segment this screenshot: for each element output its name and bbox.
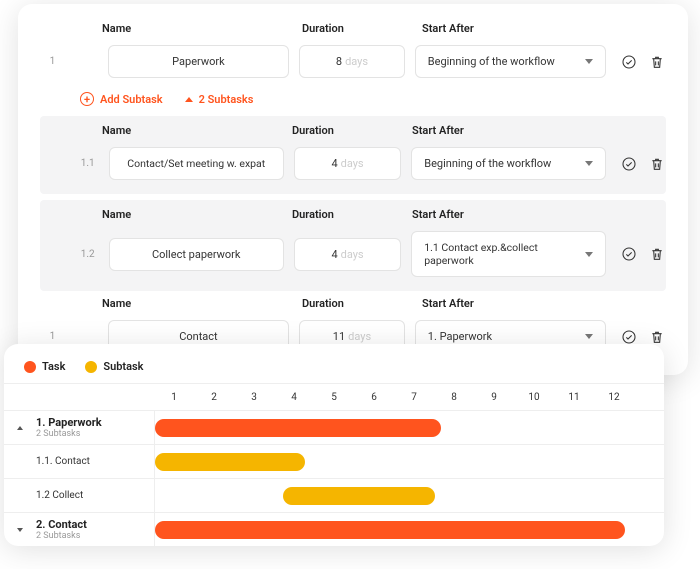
gantt-chart: 1 2 3 4 5 6 7 8 9 10 11 12 1. Paperwork … [4,383,664,546]
gantt-legend: Task Subtask [4,358,664,383]
header-duration: Duration [302,22,422,35]
task-editor-card: Name Duration Start After 1 Paperwork 8 … [18,4,688,375]
expand-toggle[interactable] [4,528,36,532]
subtask-duration-input[interactable]: 4 days [294,238,401,271]
header-name: Name [102,22,302,35]
delete-button[interactable] [648,155,666,173]
subtask-name-input[interactable]: Collect paperwork [109,238,284,271]
column-headers: Name Duration Start After [40,22,666,41]
subtask-start-after-select[interactable]: Beginning of the workflow [411,147,606,180]
subtask-start-after-select[interactable]: 1.1 Contact exp.&collect paperwork [411,231,606,277]
task-dot-icon [24,361,36,373]
delete-button[interactable] [648,328,666,346]
subtask-duration-input[interactable]: 4 days [294,147,401,180]
task-name-input[interactable]: Paperwork [108,45,290,78]
chevron-down-icon [585,161,593,166]
gantt-axis: 1 2 3 4 5 6 7 8 9 10 11 12 [4,384,664,410]
subtask-index: 1.2 [77,249,98,260]
duration-unit: days [345,55,368,68]
chevron-down-icon [585,59,593,64]
subtask-block: Name Duration Start After 1.2 Collect pa… [40,200,666,291]
gantt-row-title: 1.1. Contact [36,456,146,467]
approve-button[interactable] [620,328,638,346]
delete-button[interactable] [648,53,666,71]
caret-up-icon [17,426,23,430]
chevron-down-icon [585,252,593,257]
subtask-row: 1.2 Collect paperwork 4 days 1.1 Contact… [40,227,666,281]
gantt-bar-task[interactable] [155,521,625,539]
row-actions [620,53,666,71]
expand-toggle[interactable] [4,426,36,430]
gantt-bar-task[interactable] [155,419,441,437]
subtask-index: 1.1 [77,158,98,169]
plus-circle-icon: + [80,92,94,106]
caret-up-icon [185,97,193,102]
gantt-row-subtask: 1.1. Contact [4,444,664,478]
gantt-row-task: 2. Contact 2 Subtasks [4,512,664,546]
subtasks-toolbar: + Add Subtask 2 Subtasks [40,82,666,116]
legend-subtask: Subtask [85,360,143,373]
gantt-row-task: 1. Paperwork 2 Subtasks [4,410,664,444]
add-subtask-button[interactable]: + Add Subtask [80,92,163,106]
subtask-dot-icon [85,361,97,373]
task-index: 1 [40,56,59,67]
task-row: 1 Paperwork 8 days Beginning of the work… [40,41,666,82]
delete-button[interactable] [648,245,666,263]
duration-value: 8 [336,55,342,68]
legend-task: Task [24,360,65,373]
gantt-card: Task Subtask 1 2 3 4 5 6 7 8 9 10 11 12 … [4,344,664,546]
task-start-after-select[interactable]: Beginning of the workflow [415,45,606,78]
start-after-value: Beginning of the workflow [428,55,555,68]
gantt-bar-subtask[interactable] [283,487,435,505]
gantt-row-title: 1. Paperwork [36,416,146,429]
toggle-subtasks-button[interactable]: 2 Subtasks [185,93,254,106]
gantt-row-title: 1.2 Collect [36,490,146,501]
task-index: 1 [40,331,59,342]
subtask-name-input[interactable]: Contact/Set meeting w. expat [109,147,284,180]
gantt-bar-subtask[interactable] [155,453,305,471]
subtask-row: 1.1 Contact/Set meeting w. expat 4 days … [40,143,666,184]
chevron-down-icon [585,334,593,339]
gantt-row-title: 2. Contact [36,518,146,531]
caret-down-icon [17,528,23,532]
gantt-row-subtitle: 2 Subtasks [36,531,146,541]
gantt-row-subtask: 1.2 Collect [4,478,664,512]
gantt-row-subtitle: 2 Subtasks [36,429,146,439]
task-duration-input[interactable]: 8 days [299,45,405,78]
approve-button[interactable] [620,53,638,71]
header-start-after: Start After [422,22,632,35]
approve-button[interactable] [620,155,638,173]
approve-button[interactable] [620,245,638,263]
subtask-block: Name Duration Start After 1.1 Contact/Se… [40,116,666,194]
